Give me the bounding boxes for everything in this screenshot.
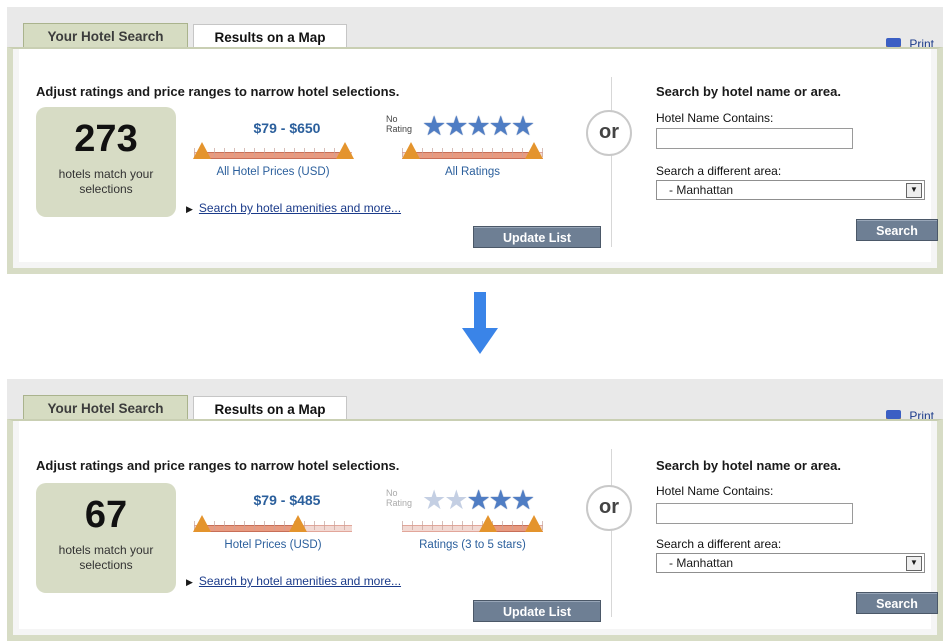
hotel-count: 67 — [84, 494, 128, 536]
or-badge: or — [586, 485, 632, 531]
filter-heading: Adjust ratings and price ranges to narro… — [36, 458, 400, 473]
hotel-search-panel-before: Your Hotel Search Results on a Map Print… — [0, 0, 950, 275]
price-min-handle[interactable] — [193, 515, 211, 532]
star-icon: ★ — [422, 485, 446, 515]
star-icon: ★ — [510, 485, 535, 515]
star-icon: ★ — [466, 111, 490, 141]
rating-slider-label: Ratings (3 to 5 stars) — [419, 539, 526, 551]
tab-bar: Your Hotel Search Results on a Map Print — [7, 379, 943, 423]
price-max-handle[interactable] — [289, 515, 307, 532]
update-list-button[interactable]: Update List — [473, 226, 601, 248]
star-rating-display: ★★★★★ — [422, 485, 535, 515]
update-list-button[interactable]: Update List — [473, 600, 601, 622]
search-button[interactable]: Search — [856, 219, 938, 241]
tab-bar: Your Hotel Search Results on a Map Print — [7, 7, 943, 51]
search-button[interactable]: Search — [856, 592, 938, 614]
triangle-right-icon: ▶ — [186, 577, 193, 587]
no-rating-label: No Rating — [386, 114, 413, 134]
search-heading: Search by hotel name or area. — [656, 458, 841, 473]
hotel-count-label: hotels match your selections — [58, 543, 154, 572]
area-label: Search a different area: — [656, 537, 782, 551]
star-icon: ★ — [422, 111, 446, 141]
rating-min-handle[interactable] — [479, 515, 497, 532]
triangle-right-icon: ▶ — [186, 204, 193, 214]
price-slider-label: All Hotel Prices (USD) — [216, 166, 330, 178]
star-icon: ★ — [488, 111, 513, 141]
chevron-down-icon[interactable]: ▼ — [906, 556, 922, 571]
area-label: Search a different area: — [656, 164, 782, 178]
vertical-divider — [611, 449, 612, 617]
or-badge: or — [586, 110, 632, 156]
vertical-divider — [611, 77, 612, 247]
hotel-name-input[interactable] — [656, 503, 853, 524]
no-rating-label: No Rating — [386, 488, 413, 508]
star-icon: ★ — [444, 111, 468, 141]
star-icon: ★ — [510, 111, 535, 141]
star-icon: ★ — [466, 485, 490, 515]
price-slider[interactable] — [193, 142, 354, 160]
star-icon: ★ — [488, 485, 513, 515]
hotel-name-input[interactable] — [656, 128, 853, 149]
area-select-value: - Manhattan — [669, 183, 734, 197]
amenities-link[interactable]: ▶ Search by hotel amenities and more... — [186, 574, 401, 588]
search-box-inner: Adjust ratings and price ranges to narro… — [19, 421, 938, 629]
amenities-link[interactable]: ▶ Search by hotel amenities and more... — [186, 201, 401, 215]
hotel-count-box: 273 hotels match your selections — [36, 107, 176, 217]
chevron-down-icon[interactable]: ▼ — [906, 183, 922, 198]
hotel-count-label: hotels match your selections — [58, 167, 154, 196]
hotel-name-label: Hotel Name Contains: — [656, 111, 774, 125]
rating-max-handle[interactable] — [525, 142, 543, 159]
search-box: Adjust ratings and price ranges to narro… — [7, 419, 943, 641]
star-rating-display: ★★★★★ — [422, 111, 535, 141]
rating-slider[interactable] — [402, 515, 543, 533]
search-box-inner: Adjust ratings and price ranges to narro… — [19, 49, 938, 262]
hotel-name-label: Hotel Name Contains: — [656, 484, 774, 498]
hotel-count: 273 — [74, 118, 138, 160]
price-max-handle[interactable] — [336, 142, 354, 159]
area-select[interactable]: - Manhattan ▼ — [656, 180, 925, 200]
rating-max-handle[interactable] — [525, 515, 543, 532]
price-slider-label: Hotel Prices (USD) — [224, 539, 322, 551]
area-select[interactable]: - Manhattan ▼ — [656, 553, 925, 573]
price-min-handle[interactable] — [193, 142, 211, 159]
hotel-count-box: 67 hotels match your selections — [36, 483, 176, 593]
down-arrow-icon — [462, 292, 498, 354]
filter-heading: Adjust ratings and price ranges to narro… — [36, 84, 400, 99]
search-box: Adjust ratings and price ranges to narro… — [7, 47, 943, 274]
hotel-search-panel-after: Your Hotel Search Results on a Map Print… — [0, 372, 950, 642]
price-range-value: $79 - $485 — [253, 492, 321, 508]
rating-slider-label: All Ratings — [445, 166, 500, 178]
rating-slider[interactable] — [402, 142, 543, 160]
area-select-value: - Manhattan — [669, 556, 734, 570]
search-heading: Search by hotel name or area. — [656, 84, 841, 99]
price-slider[interactable] — [193, 515, 352, 533]
price-range-value: $79 - $650 — [253, 120, 321, 136]
rating-min-handle[interactable] — [402, 142, 420, 159]
star-icon: ★ — [444, 485, 468, 515]
